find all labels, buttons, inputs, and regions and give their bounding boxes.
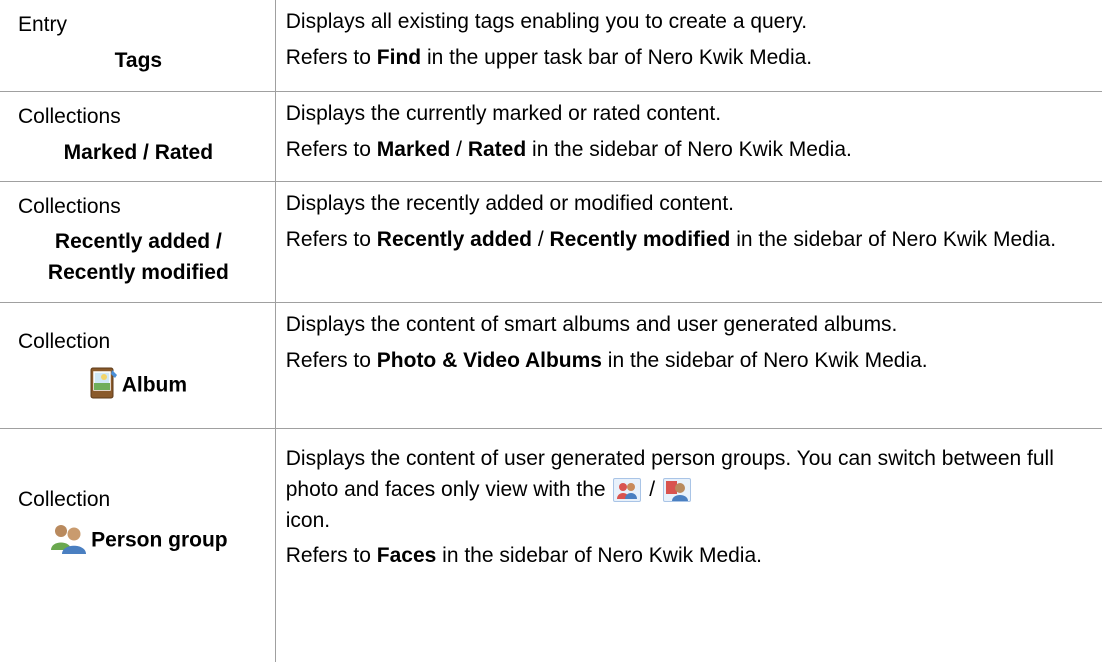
description-text: Displays the recently added or modified … [285, 191, 734, 215]
entry-cell: Collection Person group [0, 427, 276, 662]
entry-category: Entry [18, 13, 68, 36]
entry-name: Recently added / Recently modified [47, 229, 229, 284]
description-text: Displays the content of user generated p… [285, 446, 1054, 532]
table-row: Entry Tags Displays all existing tags en… [0, 0, 1102, 92]
entry-name: Person group [91, 528, 228, 552]
entry-name: Album [121, 373, 188, 397]
table-row: Collections Marked / Rated Displays the … [0, 90, 1102, 182]
entry-category: Collection [18, 329, 111, 353]
description-cell: Displays the content of smart albums and… [274, 301, 1102, 429]
description-cell: Displays the recently added or modified … [274, 180, 1102, 303]
entry-category: Collections [18, 194, 121, 218]
reference-text: Refers to Find in the upper task bar of … [285, 46, 813, 69]
entry-category: Collection [18, 487, 111, 511]
reference-text: Refers to Recently added / Recently modi… [285, 227, 1057, 251]
reference-text: Refers to Marked / Rated in the sidebar … [285, 137, 852, 161]
description-text: Displays all existing tags enabling you … [285, 10, 808, 33]
table-row: Collection Person group Displays the con… [0, 427, 1102, 662]
table-row: Collections Recently added / Recently mo… [0, 180, 1102, 303]
description-text: Displays the content of smart albums and… [285, 312, 898, 336]
entry-name: Marked / Rated [63, 140, 214, 164]
album-icon [90, 366, 118, 406]
description-cell: Displays all existing tags enabling you … [274, 0, 1102, 92]
entry-name-wrapper: Album [18, 366, 275, 406]
entry-cell: Collections Recently added / Recently mo… [0, 180, 276, 303]
entry-name: Tags [114, 49, 163, 72]
table-row: Collection Album Displays the content of… [0, 301, 1102, 429]
reference-text: Refers to Photo & Video Albums in the si… [285, 348, 928, 372]
description-cell: Displays the content of user generated p… [274, 427, 1102, 662]
entry-category: Collections [18, 104, 121, 128]
description-cell: Displays the currently marked or rated c… [274, 90, 1102, 182]
description-text: Displays the currently marked or rated c… [285, 101, 722, 125]
person-group-icon [49, 522, 87, 560]
reference-table: Entry Tags Displays all existing tags en… [0, 0, 1102, 662]
entry-cell: Collection Album [0, 301, 276, 429]
faces-only-view-icon[interactable] [662, 477, 691, 502]
reference-text: Refers to Faces in the sidebar of Nero K… [285, 543, 762, 567]
entry-cell: Entry Tags [0, 0, 276, 92]
entry-cell: Collections Marked / Rated [0, 90, 276, 182]
entry-name-wrapper: Person group [18, 522, 275, 560]
full-photo-view-icon[interactable] [613, 477, 642, 502]
